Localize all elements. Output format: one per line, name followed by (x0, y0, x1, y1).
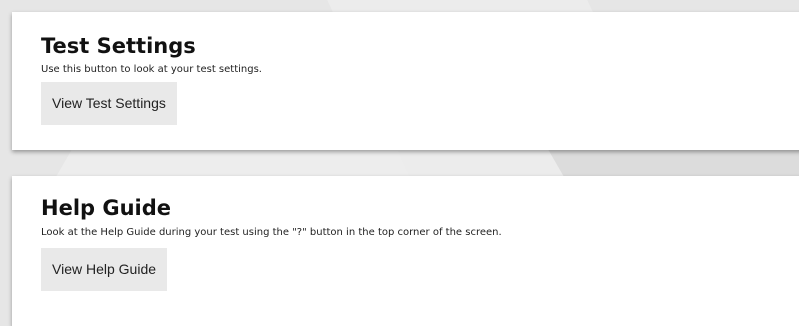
help-guide-title: Help Guide (41, 196, 172, 220)
test-settings-description: Use this button to look at your test set… (41, 64, 262, 75)
help-guide-description: Look at the Help Guide during your test … (41, 227, 502, 238)
test-settings-title: Test Settings (41, 34, 196, 58)
test-settings-card: Test Settings Use this button to look at… (12, 12, 799, 150)
view-help-guide-button[interactable]: View Help Guide (41, 248, 168, 291)
view-test-settings-button[interactable]: View Test Settings (41, 82, 177, 125)
help-guide-card: Help Guide Look at the Help Guide during… (12, 176, 799, 326)
